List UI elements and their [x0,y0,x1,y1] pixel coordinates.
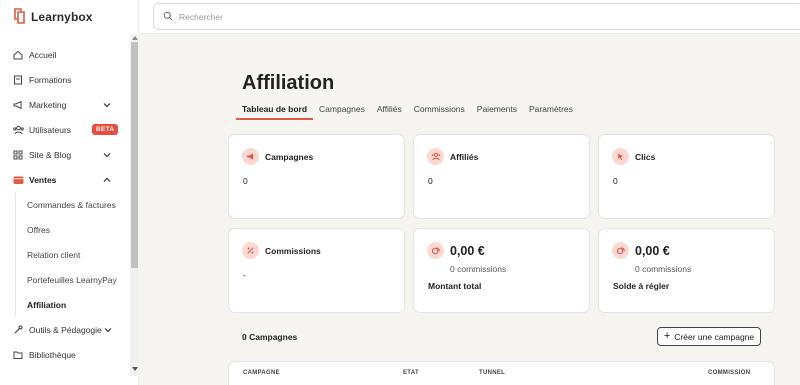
sidebar-item-accueil[interactable]: Accueil [0,42,130,67]
tools-icon [12,324,24,336]
folder-icon [12,349,24,361]
users-icon [427,148,444,165]
sidebar-item-marketing[interactable]: Marketing [0,92,130,117]
coins-icon [427,242,444,259]
create-campaign-button[interactable]: + Créer une campagne [657,327,761,346]
sidebar-subitem-label: Commandes & factures [27,199,116,210]
card-clics: Clics 0 [598,134,775,219]
column-header-tunnel[interactable]: TUNNEL [479,370,505,376]
grid-icon [12,149,24,161]
sidebar-item-label: Formations [29,74,72,85]
search-box[interactable] [153,3,800,30]
amount-value: 0,00 € [450,243,485,258]
megaphone-icon [242,148,259,165]
card-title: Campagnes [265,151,314,162]
card-title: Commissions [265,245,321,256]
sidebar-nav: Accueil Formations Marketing Utilisateur… [0,42,130,367]
card-label: Montant total [428,281,482,291]
wallet-icon [12,174,24,186]
scrollbar-thumb[interactable] [131,42,138,268]
sidebar-item-bibliotheque[interactable]: Bibliothèque [0,342,130,367]
card-commissions: Commissions - [228,228,405,313]
tab-commissions[interactable]: Commissions [408,100,471,120]
column-header-campagne[interactable]: CAMPAGNE [243,370,280,376]
sidebar-subitem-label: Offres [27,224,50,235]
card-montant-total: 0,00 € 0 commissions Montant total [413,228,590,313]
brand-name: Learnybox [31,10,93,24]
sidebar-subitem-label: Relation client [27,249,81,260]
chevron-down-icon[interactable] [104,325,112,335]
book-icon [12,74,24,86]
card-title: Clics [635,151,656,162]
chevron-down-icon[interactable] [103,150,111,160]
sidebar-item-utilisateurs[interactable]: Utilisateurs BETA [0,117,130,142]
sidebar-item-label: Bibliothèque [29,349,76,360]
page-title: Affiliation [242,72,335,94]
sidebar-item-label: Marketing [29,99,67,110]
campaigns-table: CAMPAGNE ETAT TUNNEL COMMISSION [228,361,775,385]
commission-count: 0 commissions [450,264,507,274]
home-icon [12,49,24,61]
card-solde: 0,00 € 0 commissions Solde à régler [598,228,775,313]
megaphone-icon [12,99,24,111]
sidebar-subitem-offres[interactable]: Offres [0,217,130,242]
learnybox-logo-icon [12,8,26,26]
sidebar-subitem-affiliation[interactable]: Affiliation [0,292,130,317]
tab-parametres[interactable]: Paramètres [523,100,579,120]
chevron-down-icon[interactable] [103,100,111,110]
sidebar-item-formations[interactable]: Formations [0,67,130,92]
submenu-line [15,192,16,316]
card-value: - [243,270,246,280]
chevron-up-icon[interactable] [103,175,111,185]
scroll-down-arrow-icon[interactable] [132,367,138,371]
card-campagnes: Campagnes 0 [228,134,405,219]
sidebar-subitem-label: Affiliation [27,299,67,310]
users-icon [12,124,24,136]
sidebar-subitem-relation-client[interactable]: Relation client [0,242,130,267]
amount-value: 0,00 € [635,243,670,258]
card-title: Affiliés [450,151,479,162]
tab-paiements[interactable]: Paiements [471,100,523,120]
sidebar-item-label: Site & Blog [29,149,72,160]
sidebar-item-label: Outils & Pédagogie [29,324,102,335]
campaign-count: 0 Campagnes [242,332,298,342]
commission-count: 0 commissions [635,264,692,274]
column-header-etat[interactable]: ETAT [403,370,419,376]
sidebar-subitem-portefeuilles[interactable]: Portefeuilles LearnyPay [0,267,130,292]
tab-tableau-de-bord[interactable]: Tableau de bord [236,100,314,120]
column-header-commission[interactable]: COMMISSION [708,370,750,376]
sidebar-item-label: Accueil [29,49,57,60]
brand-logo[interactable]: Learnybox [12,8,93,26]
sidebar-item-label: Ventes [29,174,57,185]
tab-affilies[interactable]: Affiliés [371,100,408,120]
card-affilies: Affiliés 0 [413,134,590,219]
sidebar-subitem-label: Portefeuilles LearnyPay [27,274,117,285]
sidebar-subitem-commandes[interactable]: Commandes & factures [0,192,130,217]
card-label: Solde à régler [613,281,670,291]
plus-icon: + [663,330,671,342]
coins-icon [612,242,629,259]
search-input[interactable] [179,11,679,22]
sidebar-item-label: Utilisateurs [29,124,72,135]
sidebar-item-ventes[interactable]: Ventes [0,167,130,192]
tab-campagnes[interactable]: Campagnes [313,100,371,120]
search-icon [163,11,173,23]
card-value: 0 [613,176,618,186]
cursor-click-icon [612,148,629,165]
sidebar-item-outils[interactable]: Outils & Pédagogie [0,317,130,342]
card-value: 0 [428,176,433,186]
percent-icon [242,242,259,259]
beta-badge: BETA [92,124,119,135]
card-value: 0 [243,176,248,186]
sidebar: Learnybox Accueil Formations Marketing U… [0,0,139,385]
sidebar-scrollbar[interactable] [130,34,139,376]
scroll-up-arrow-icon[interactable] [132,36,138,40]
create-campaign-label: Créer une campagne [674,331,755,342]
sidebar-item-site-blog[interactable]: Site & Blog [0,142,130,167]
tabs: Tableau de bord Campagnes Affiliés Commi… [236,100,579,120]
